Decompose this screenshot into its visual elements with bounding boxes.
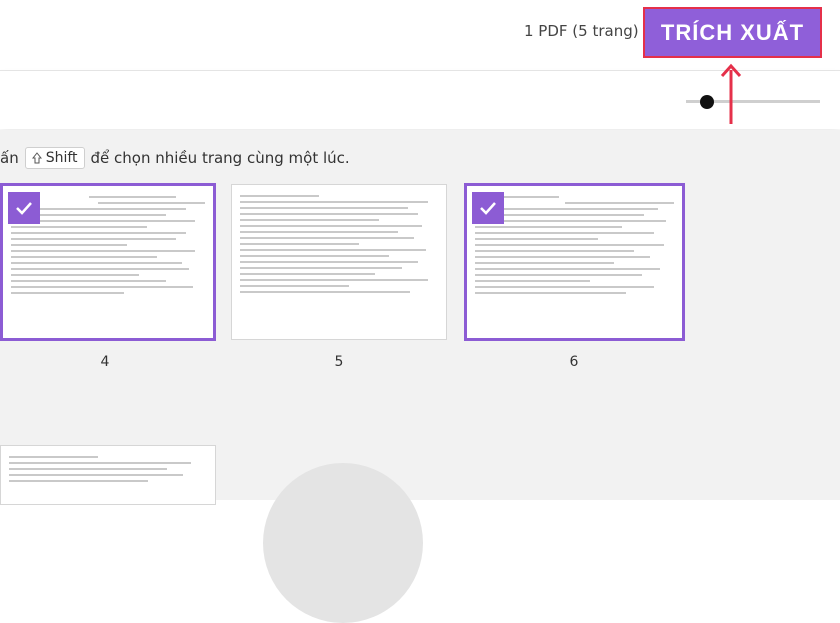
selection-hint: ấn Shift để chọn nhiều trang cùng một lú… xyxy=(0,147,350,169)
page-number: 5 xyxy=(334,354,344,370)
page-content-preview xyxy=(240,191,438,333)
arrow-up-icon xyxy=(720,63,742,124)
page-content-preview xyxy=(11,192,205,332)
page-thumbnail-5[interactable] xyxy=(231,184,447,340)
page-content-preview xyxy=(475,192,674,332)
page-number: 4 xyxy=(100,354,110,370)
extract-button[interactable]: TRÍCH XUẤT xyxy=(643,7,822,58)
shift-key-label: Shift xyxy=(45,150,78,166)
page-number: 6 xyxy=(569,354,579,370)
zoom-slider-handle[interactable] xyxy=(700,95,714,109)
shift-icon xyxy=(31,152,42,164)
selected-check-icon[interactable] xyxy=(8,192,40,224)
background-circle xyxy=(263,463,423,623)
pdf-count-label: 1 PDF (5 trang) xyxy=(524,22,639,40)
shift-key: Shift xyxy=(24,147,85,169)
page-thumbnail-4[interactable] xyxy=(0,183,216,341)
page-thumbnail-6[interactable] xyxy=(464,183,685,341)
page-content-preview xyxy=(9,452,207,498)
selected-check-icon[interactable] xyxy=(472,192,504,224)
hint-suffix: để chọn nhiều trang cùng một lúc. xyxy=(90,149,350,167)
top-bar: 1 PDF (5 trang) TRÍCH XUẤT xyxy=(0,0,840,71)
page-thumbnail-7[interactable] xyxy=(0,445,216,505)
hint-prefix: ấn xyxy=(0,149,19,167)
